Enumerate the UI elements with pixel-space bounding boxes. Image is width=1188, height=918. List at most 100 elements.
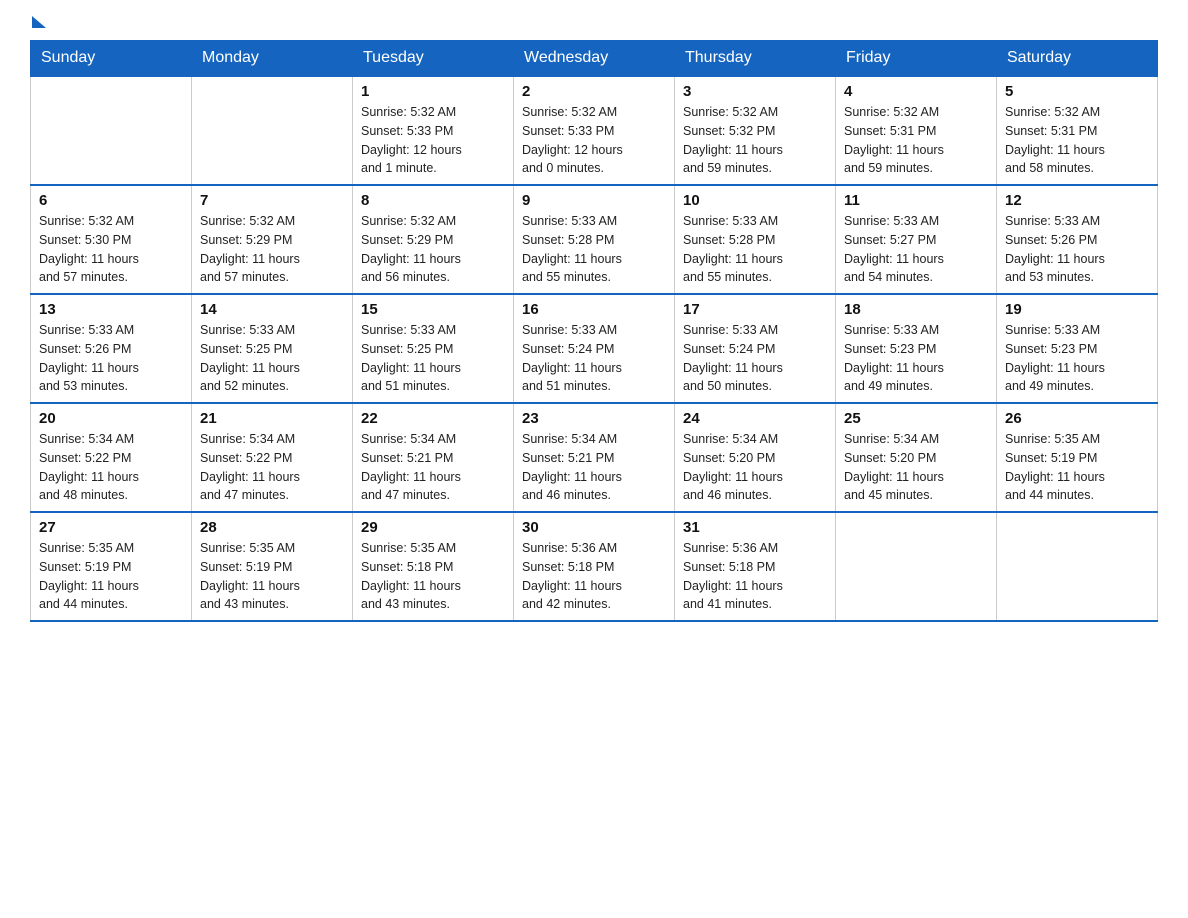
calendar-header-row: SundayMondayTuesdayWednesdayThursdayFrid… [31, 41, 1158, 77]
day-number: 20 [39, 410, 183, 427]
day-number: 30 [522, 519, 666, 536]
calendar-cell: 8 Sunrise: 5:32 AM Sunset: 5:29 PM Daylig… [353, 185, 514, 294]
day-number: 7 [200, 192, 344, 209]
calendar-header-thursday: Thursday [675, 41, 836, 77]
calendar-cell [192, 76, 353, 185]
day-info: Sunrise: 5:33 AM Sunset: 5:28 PM Dayligh… [522, 212, 666, 287]
calendar-cell: 10 Sunrise: 5:33 AM Sunset: 5:28 PM Dayli… [675, 185, 836, 294]
calendar-header-wednesday: Wednesday [514, 41, 675, 77]
logo [30, 20, 46, 28]
day-number: 22 [361, 410, 505, 427]
day-number: 18 [844, 301, 988, 318]
day-info: Sunrise: 5:35 AM Sunset: 5:19 PM Dayligh… [39, 539, 183, 614]
day-number: 19 [1005, 301, 1149, 318]
calendar-cell: 2Sunrise: 5:32 AM Sunset: 5:33 PM Daylig… [514, 76, 675, 185]
calendar-cell: 18Sunrise: 5:33 AM Sunset: 5:23 PM Dayli… [836, 294, 997, 403]
day-number: 13 [39, 301, 183, 318]
day-number: 28 [200, 519, 344, 536]
calendar-cell: 19 Sunrise: 5:33 AM Sunset: 5:23 PM Dayli… [997, 294, 1158, 403]
day-number: 23 [522, 410, 666, 427]
calendar-week-row: 20 Sunrise: 5:34 AM Sunset: 5:22 PM Dayli… [31, 403, 1158, 512]
calendar-cell: 11 Sunrise: 5:33 AM Sunset: 5:27 PM Dayli… [836, 185, 997, 294]
day-info: Sunrise: 5:34 AM Sunset: 5:21 PM Dayligh… [361, 430, 505, 505]
day-info: Sunrise: 5:33 AM Sunset: 5:24 PM Dayligh… [522, 321, 666, 396]
day-info: Sunrise: 5:32 AM Sunset: 5:33 PM Dayligh… [361, 103, 505, 178]
calendar-cell: 5 Sunrise: 5:32 AM Sunset: 5:31 PM Daylig… [997, 76, 1158, 185]
calendar-cell: 29Sunrise: 5:35 AM Sunset: 5:18 PM Dayli… [353, 512, 514, 621]
day-number: 5 [1005, 83, 1149, 100]
calendar-cell: 15 Sunrise: 5:33 AM Sunset: 5:25 PM Dayli… [353, 294, 514, 403]
day-number: 3 [683, 83, 827, 100]
calendar-cell: 13 Sunrise: 5:33 AM Sunset: 5:26 PM Dayli… [31, 294, 192, 403]
day-number: 12 [1005, 192, 1149, 209]
day-number: 8 [361, 192, 505, 209]
calendar-cell: 31Sunrise: 5:36 AM Sunset: 5:18 PM Dayli… [675, 512, 836, 621]
calendar-cell [836, 512, 997, 621]
header [30, 20, 1158, 28]
day-number: 11 [844, 192, 988, 209]
day-number: 17 [683, 301, 827, 318]
day-info: Sunrise: 5:32 AM Sunset: 5:29 PM Dayligh… [200, 212, 344, 287]
calendar-week-row: 13 Sunrise: 5:33 AM Sunset: 5:26 PM Dayli… [31, 294, 1158, 403]
day-number: 14 [200, 301, 344, 318]
day-info: Sunrise: 5:32 AM Sunset: 5:32 PM Dayligh… [683, 103, 827, 178]
calendar-table: SundayMondayTuesdayWednesdayThursdayFrid… [30, 40, 1158, 622]
calendar-week-row: 6 Sunrise: 5:32 AM Sunset: 5:30 PM Daylig… [31, 185, 1158, 294]
day-info: Sunrise: 5:33 AM Sunset: 5:24 PM Dayligh… [683, 321, 827, 396]
calendar-cell: 3 Sunrise: 5:32 AM Sunset: 5:32 PM Daylig… [675, 76, 836, 185]
day-number: 4 [844, 83, 988, 100]
day-info: Sunrise: 5:34 AM Sunset: 5:20 PM Dayligh… [844, 430, 988, 505]
calendar-cell: 30 Sunrise: 5:36 AM Sunset: 5:18 PM Dayli… [514, 512, 675, 621]
calendar-cell [997, 512, 1158, 621]
day-info: Sunrise: 5:36 AM Sunset: 5:18 PM Dayligh… [683, 539, 827, 614]
calendar-cell: 20 Sunrise: 5:34 AM Sunset: 5:22 PM Dayli… [31, 403, 192, 512]
calendar-cell: 28 Sunrise: 5:35 AM Sunset: 5:19 PM Dayli… [192, 512, 353, 621]
day-info: Sunrise: 5:33 AM Sunset: 5:27 PM Dayligh… [844, 212, 988, 287]
calendar-cell: 4Sunrise: 5:32 AM Sunset: 5:31 PM Daylig… [836, 76, 997, 185]
day-info: Sunrise: 5:36 AM Sunset: 5:18 PM Dayligh… [522, 539, 666, 614]
day-info: Sunrise: 5:33 AM Sunset: 5:23 PM Dayligh… [1005, 321, 1149, 396]
day-info: Sunrise: 5:32 AM Sunset: 5:31 PM Dayligh… [1005, 103, 1149, 178]
day-number: 21 [200, 410, 344, 427]
logo-triangle-icon [32, 16, 46, 28]
day-info: Sunrise: 5:33 AM Sunset: 5:25 PM Dayligh… [200, 321, 344, 396]
day-number: 10 [683, 192, 827, 209]
calendar-cell: 14 Sunrise: 5:33 AM Sunset: 5:25 PM Dayli… [192, 294, 353, 403]
calendar-header-friday: Friday [836, 41, 997, 77]
calendar-cell: 27 Sunrise: 5:35 AM Sunset: 5:19 PM Dayli… [31, 512, 192, 621]
day-info: Sunrise: 5:33 AM Sunset: 5:26 PM Dayligh… [1005, 212, 1149, 287]
day-info: Sunrise: 5:33 AM Sunset: 5:28 PM Dayligh… [683, 212, 827, 287]
calendar-cell: 16 Sunrise: 5:33 AM Sunset: 5:24 PM Dayli… [514, 294, 675, 403]
day-info: Sunrise: 5:32 AM Sunset: 5:30 PM Dayligh… [39, 212, 183, 287]
calendar-cell: 25 Sunrise: 5:34 AM Sunset: 5:20 PM Dayli… [836, 403, 997, 512]
day-number: 1 [361, 83, 505, 100]
day-number: 26 [1005, 410, 1149, 427]
calendar-cell: 12 Sunrise: 5:33 AM Sunset: 5:26 PM Dayli… [997, 185, 1158, 294]
calendar-cell: 6 Sunrise: 5:32 AM Sunset: 5:30 PM Daylig… [31, 185, 192, 294]
calendar-cell: 1 Sunrise: 5:32 AM Sunset: 5:33 PM Daylig… [353, 76, 514, 185]
calendar-header-monday: Monday [192, 41, 353, 77]
day-info: Sunrise: 5:33 AM Sunset: 5:25 PM Dayligh… [361, 321, 505, 396]
calendar-header-tuesday: Tuesday [353, 41, 514, 77]
day-info: Sunrise: 5:35 AM Sunset: 5:19 PM Dayligh… [1005, 430, 1149, 505]
day-info: Sunrise: 5:34 AM Sunset: 5:22 PM Dayligh… [200, 430, 344, 505]
day-info: Sunrise: 5:33 AM Sunset: 5:26 PM Dayligh… [39, 321, 183, 396]
day-number: 29 [361, 519, 505, 536]
day-info: Sunrise: 5:34 AM Sunset: 5:20 PM Dayligh… [683, 430, 827, 505]
day-info: Sunrise: 5:34 AM Sunset: 5:22 PM Dayligh… [39, 430, 183, 505]
day-info: Sunrise: 5:32 AM Sunset: 5:29 PM Dayligh… [361, 212, 505, 287]
day-info: Sunrise: 5:35 AM Sunset: 5:19 PM Dayligh… [200, 539, 344, 614]
day-number: 27 [39, 519, 183, 536]
calendar-cell: 17 Sunrise: 5:33 AM Sunset: 5:24 PM Dayli… [675, 294, 836, 403]
calendar-cell: 21 Sunrise: 5:34 AM Sunset: 5:22 PM Dayli… [192, 403, 353, 512]
calendar-week-row: 1 Sunrise: 5:32 AM Sunset: 5:33 PM Daylig… [31, 76, 1158, 185]
day-number: 2 [522, 83, 666, 100]
day-number: 25 [844, 410, 988, 427]
day-number: 15 [361, 301, 505, 318]
calendar-cell: 26 Sunrise: 5:35 AM Sunset: 5:19 PM Dayli… [997, 403, 1158, 512]
calendar-week-row: 27 Sunrise: 5:35 AM Sunset: 5:19 PM Dayli… [31, 512, 1158, 621]
day-number: 6 [39, 192, 183, 209]
day-number: 16 [522, 301, 666, 318]
calendar-cell [31, 76, 192, 185]
calendar-cell: 9Sunrise: 5:33 AM Sunset: 5:28 PM Daylig… [514, 185, 675, 294]
